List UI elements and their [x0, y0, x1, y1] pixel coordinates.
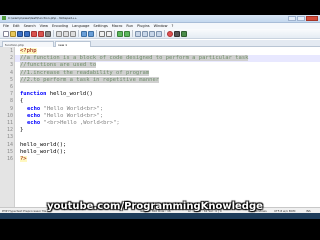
notepad-plus-plus-window: C:\wamp\www\test\function.php - Notepad+… [0, 15, 320, 219]
line-number-gutter: 1 2 3 4 5 6 7 8 9 10 11 12 13 14 15 16 [0, 47, 15, 207]
redo-icon[interactable] [88, 30, 94, 37]
sync-scroll-icon[interactable] [135, 30, 141, 37]
record-macro-icon[interactable] [167, 30, 173, 37]
replace-icon[interactable] [106, 30, 112, 37]
close-button[interactable] [306, 16, 318, 21]
line-number: 11 [6, 120, 13, 126]
zoom-in-icon[interactable] [117, 30, 123, 37]
brace-open: { [20, 98, 24, 105]
file-tab-bar: function.php new 1 [0, 40, 320, 47]
minimize-button[interactable] [288, 16, 296, 21]
comment: //2.to perform a task in repetitive mann… [20, 76, 160, 83]
indent-guide-icon[interactable] [156, 30, 162, 37]
toolbar-separator [114, 30, 115, 37]
play-macro-icon[interactable] [181, 30, 187, 37]
print-icon[interactable] [45, 30, 51, 37]
video-top-letterbox [0, 0, 320, 15]
code-line-4: //1.increase the readability of program [20, 69, 150, 77]
comment: //1.increase the readability of program [20, 69, 150, 76]
php-open-tag: <?php [20, 48, 37, 54]
close-file-icon[interactable] [31, 30, 37, 37]
line-number: 7 [9, 91, 13, 98]
stop-macro-icon[interactable] [174, 30, 180, 37]
line-number: 13 [6, 134, 13, 141]
zoom-out-icon[interactable] [124, 30, 130, 37]
line-number: 14 [6, 141, 13, 148]
window-title: C:\wamp\www\test\function.php - Notepad+… [8, 16, 78, 20]
line-number: 2 [9, 55, 13, 62]
toolbar-separator [53, 30, 54, 37]
code-line-7: function hello_world() [20, 91, 93, 98]
code-line-15: hello_world(); [20, 149, 66, 156]
video-bottom-letterbox [0, 219, 320, 240]
code-line-14: hello_world(); [20, 142, 66, 149]
code-line-9: echo "Hello World<br>"; [27, 106, 103, 113]
function-call: hello_world(); [20, 148, 67, 155]
brace-close: } [20, 127, 24, 134]
code-line-12: } [20, 127, 23, 134]
code-line-5: //2.to perform a task in repetitive mann… [20, 76, 160, 84]
code-line-2: //a function is a block of code designed… [20, 55, 249, 62]
toolbar-separator [164, 30, 165, 37]
toolbar-separator [78, 30, 79, 37]
title-bar: C:\wamp\www\test\function.php - Notepad+… [0, 15, 320, 23]
line-number: 4 [9, 69, 13, 76]
paste-icon[interactable] [70, 30, 76, 37]
line-number: 8 [9, 98, 13, 105]
comment: //functions are used to [20, 62, 97, 69]
toolbar-separator [96, 30, 97, 37]
line-number: 5 [9, 76, 13, 83]
function-name: hello_world() [46, 91, 93, 98]
string: "Hello World<br>"; [40, 105, 104, 112]
find-icon[interactable] [99, 30, 105, 37]
window-controls [288, 16, 318, 21]
keyword: echo [27, 105, 41, 112]
keyword: echo [27, 120, 41, 126]
string: "<br>Hello ,World<br>"; [40, 120, 120, 126]
keyword: echo [27, 112, 41, 119]
word-wrap-icon[interactable] [142, 30, 148, 37]
string: "Hello World<br>"; [40, 112, 104, 119]
close-all-icon[interactable] [38, 30, 44, 37]
app-icon [2, 16, 6, 20]
save-all-icon[interactable] [24, 30, 30, 37]
maximize-button[interactable] [297, 16, 305, 21]
code-line-8: { [20, 98, 23, 105]
line-number: 1 [9, 48, 13, 54]
function-call: hello_world(); [20, 141, 67, 148]
keyword: function [20, 91, 47, 98]
line-number: 9 [9, 105, 13, 112]
code-line-3: //functions are used to [20, 62, 97, 69]
line-number: 6 [9, 84, 13, 90]
undo-icon[interactable] [81, 30, 87, 37]
save-icon[interactable] [17, 30, 23, 37]
code-line-11: echo "<br>Hello ,World<br>"; [27, 120, 120, 127]
comment: //a function is a block of code designed… [20, 55, 249, 62]
new-file-icon[interactable] [3, 30, 9, 37]
line-number: 15 [6, 148, 13, 155]
watermark: youtube.com/ProgrammingKnowledge [47, 201, 263, 212]
code-line-10: echo "Hello World<br>"; [27, 113, 103, 120]
line-number: 12 [6, 127, 13, 134]
line-number: 16 [6, 156, 13, 162]
cut-icon[interactable] [56, 30, 62, 37]
code-editor[interactable]: 1 2 3 4 5 6 7 8 9 10 11 12 13 14 15 16 <… [0, 47, 320, 207]
line-number: 3 [9, 62, 13, 69]
show-all-chars-icon[interactable] [149, 30, 155, 37]
open-folder-icon[interactable] [10, 30, 16, 37]
code-line-16: ?> [20, 156, 27, 163]
php-close-tag: ?> [20, 156, 27, 162]
toolbar [0, 29, 320, 39]
copy-icon[interactable] [63, 30, 69, 37]
code-line-1: <?php [20, 48, 37, 55]
line-number: 10 [6, 112, 13, 119]
toolbar-separator [132, 30, 133, 37]
